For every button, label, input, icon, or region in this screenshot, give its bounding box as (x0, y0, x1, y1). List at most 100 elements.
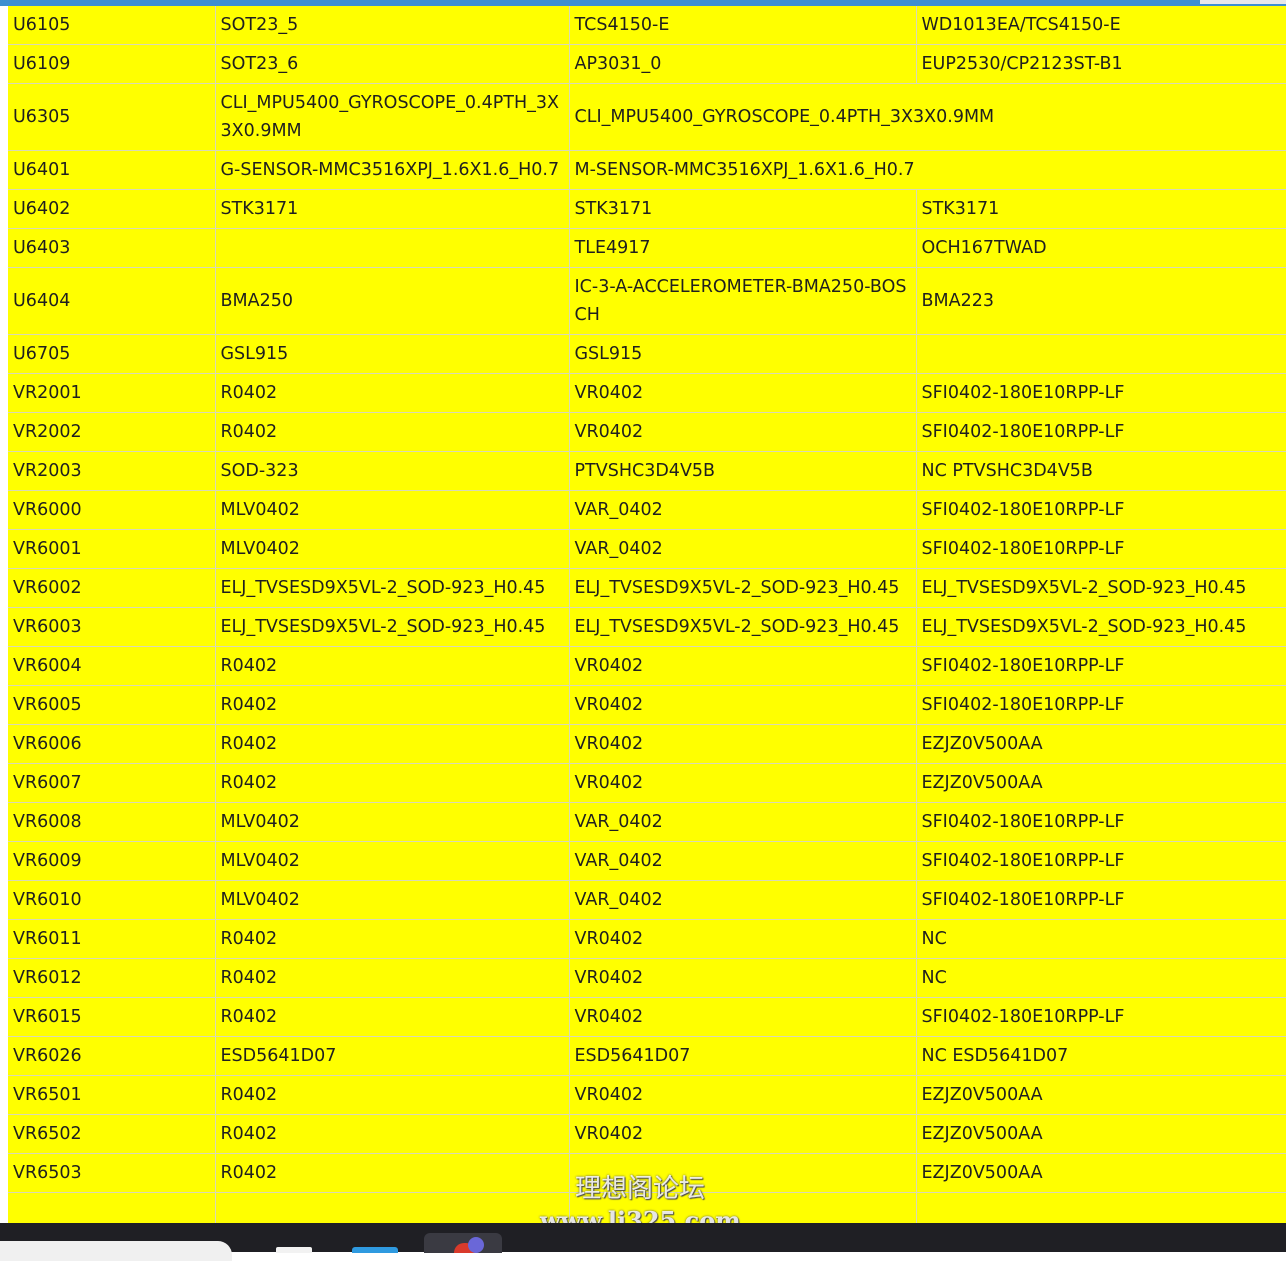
cell-part[interactable]: VR0402 (569, 412, 917, 452)
cell-part[interactable]: VR0402 (569, 958, 917, 998)
cell-alt[interactable]: SFI0402-180E10RPP-LF (916, 490, 1286, 530)
cell-footprint[interactable]: CLI_MPU5400_GYROSCOPE_0.4PTH_3X3X0.9MM (215, 83, 570, 151)
cell-alt[interactable]: SFI0402-180E10RPP-LF (916, 529, 1286, 569)
cell-ref[interactable]: VR6008 (8, 802, 216, 842)
cell-ref[interactable]: U6401 (8, 150, 216, 190)
cell-footprint[interactable]: R0402 (215, 685, 570, 725)
cell-footprint[interactable]: MLV0402 (215, 880, 570, 920)
cell-ref[interactable]: VR6503 (8, 1153, 216, 1193)
cell-part[interactable]: TCS4150-E (569, 6, 917, 45)
cell-footprint[interactable]: R0402 (215, 373, 570, 413)
cell-alt[interactable]: SFI0402-180E10RPP-LF (916, 373, 1286, 413)
cell-part[interactable]: VR0402 (569, 1075, 917, 1115)
cell-alt[interactable]: SFI0402-180E10RPP-LF (916, 841, 1286, 881)
cell-ref[interactable]: VR6007 (8, 763, 216, 803)
cell-alt[interactable]: EZJZ0V500AA (916, 1153, 1286, 1193)
cell-footprint[interactable]: R0402 (215, 1075, 570, 1115)
cell-alt[interactable]: NC PTVSHC3D4V5B (916, 451, 1286, 491)
cell-part[interactable]: AP3031_0 (569, 44, 917, 84)
cell-alt[interactable]: EZJZ0V500AA (916, 1075, 1286, 1115)
cell-part[interactable]: M-SENSOR-MMC3516XPJ_1.6X1.6_H0.7 (569, 150, 1286, 190)
cell-part[interactable]: IC-3-A-ACCELEROMETER-BMA250-BOSCH (569, 267, 917, 335)
cell-footprint[interactable]: GSL915 (215, 334, 570, 374)
cell-footprint[interactable]: R0402 (215, 958, 570, 998)
cell-alt[interactable]: BMA223 (916, 267, 1286, 335)
cell-footprint[interactable]: MLV0402 (215, 529, 570, 569)
cell-ref[interactable]: VR6002 (8, 568, 216, 608)
cell-footprint[interactable]: R0402 (215, 997, 570, 1037)
cell-ref[interactable]: VR6502 (8, 1114, 216, 1154)
cell-footprint[interactable]: R0402 (215, 1153, 570, 1193)
cell-part[interactable]: VAR_0402 (569, 880, 917, 920)
browser-icon[interactable] (352, 1247, 398, 1253)
cell-alt[interactable]: WD1013EA/TCS4150-E (916, 6, 1286, 45)
cell-ref[interactable]: VR6005 (8, 685, 216, 725)
cell-ref[interactable]: VR6009 (8, 841, 216, 881)
cell-ref[interactable]: VR6004 (8, 646, 216, 686)
cell-alt[interactable]: EZJZ0V500AA (916, 724, 1286, 764)
cell-part[interactable]: VAR_0402 (569, 841, 917, 881)
cell-alt[interactable] (916, 334, 1286, 374)
cell-part[interactable]: ELJ_TVSESD9X5VL-2_SOD-923_H0.45 (569, 568, 917, 608)
cell-ref[interactable]: VR6006 (8, 724, 216, 764)
cell-footprint[interactable]: SOT23_5 (215, 6, 570, 45)
cell-alt[interactable]: SFI0402-180E10RPP-LF (916, 880, 1286, 920)
cell-ref[interactable]: U6403 (8, 228, 216, 268)
taskbar-search-box[interactable] (0, 1241, 232, 1261)
cell-part[interactable]: VR0402 (569, 646, 917, 686)
cell-footprint[interactable]: R0402 (215, 412, 570, 452)
cell-part[interactable]: VR0402 (569, 763, 917, 803)
cell-footprint[interactable]: G-SENSOR-MMC3516XPJ_1.6X1.6_H0.7 (215, 150, 570, 190)
cell-part[interactable]: TLE4917 (569, 228, 917, 268)
cell-alt[interactable]: NC ESD5641D07 (916, 1036, 1286, 1076)
cell-ref[interactable]: U6305 (8, 83, 216, 151)
cell-alt[interactable]: EZJZ0V500AA (916, 763, 1286, 803)
cell-footprint[interactable] (215, 228, 570, 268)
cell-part[interactable]: ELJ_TVSESD9X5VL-2_SOD-923_H0.45 (569, 607, 917, 647)
cell-alt[interactable]: ELJ_TVSESD9X5VL-2_SOD-923_H0.45 (916, 568, 1286, 608)
cell-ref[interactable]: VR6003 (8, 607, 216, 647)
cell-alt[interactable]: EZJZ0V500AA (916, 1114, 1286, 1154)
cell-part[interactable]: VAR_0402 (569, 802, 917, 842)
cell-footprint[interactable]: R0402 (215, 1114, 570, 1154)
cell-part[interactable]: VAR_0402 (569, 490, 917, 530)
cell-footprint[interactable]: R0402 (215, 724, 570, 764)
cell-footprint[interactable]: MLV0402 (215, 490, 570, 530)
cell-footprint[interactable]: SOD-323 (215, 451, 570, 491)
cell-alt[interactable]: EUP2530/CP2123ST-B1 (916, 44, 1286, 84)
cell-footprint[interactable]: R0402 (215, 646, 570, 686)
cell-footprint[interactable]: ESD5641D07 (215, 1036, 570, 1076)
cell-alt[interactable]: NC (916, 958, 1286, 998)
cell-ref[interactable]: VR6011 (8, 919, 216, 959)
cell-footprint[interactable]: SOT23_6 (215, 44, 570, 84)
cell-ref[interactable]: VR6001 (8, 529, 216, 569)
cell-part[interactable]: VR0402 (569, 685, 917, 725)
cell-footprint[interactable]: MLV0402 (215, 841, 570, 881)
cell-ref[interactable]: VR6010 (8, 880, 216, 920)
cell-part[interactable]: STK3171 (569, 189, 917, 229)
cell-footprint[interactable]: STK3171 (215, 189, 570, 229)
cell-part[interactable]: ESD5641D07 (569, 1036, 917, 1076)
cell-footprint[interactable]: MLV0402 (215, 802, 570, 842)
cell-part[interactable]: PTVSHC3D4V5B (569, 451, 917, 491)
cell-alt[interactable] (916, 1192, 1286, 1223)
cell-alt[interactable]: ELJ_TVSESD9X5VL-2_SOD-923_H0.45 (916, 607, 1286, 647)
cell-ref[interactable]: VR2002 (8, 412, 216, 452)
cell-alt[interactable]: STK3171 (916, 189, 1286, 229)
cell-ref[interactable]: U6105 (8, 6, 216, 45)
cell-part[interactable]: VR0402 (569, 997, 917, 1037)
cell-alt[interactable]: NC (916, 919, 1286, 959)
file-explorer-icon[interactable] (276, 1247, 312, 1253)
spreadsheet-view[interactable]: U6105 SOT23_5 TCS4150-E WD1013EA/TCS4150-E U… (8, 6, 1286, 1223)
cell-footprint[interactable]: ELJ_TVSESD9X5VL-2_SOD-923_H0.45 (215, 607, 570, 647)
cell-part[interactable]: VR0402 (569, 919, 917, 959)
cell-part[interactable]: CLI_MPU5400_GYROSCOPE_0.4PTH_3X3X0.9MM (569, 83, 1286, 151)
cell-alt[interactable]: SFI0402-180E10RPP-LF (916, 412, 1286, 452)
cell-footprint[interactable]: ELJ_TVSESD9X5VL-2_SOD-923_H0.45 (215, 568, 570, 608)
cell-alt[interactable]: SFI0402-180E10RPP-LF (916, 802, 1286, 842)
cell-ref[interactable]: VR2001 (8, 373, 216, 413)
cell-ref[interactable]: VR6012 (8, 958, 216, 998)
app-icon[interactable] (424, 1233, 502, 1253)
cell-part[interactable]: VR0402 (569, 724, 917, 764)
cell-ref[interactable]: U6402 (8, 189, 216, 229)
